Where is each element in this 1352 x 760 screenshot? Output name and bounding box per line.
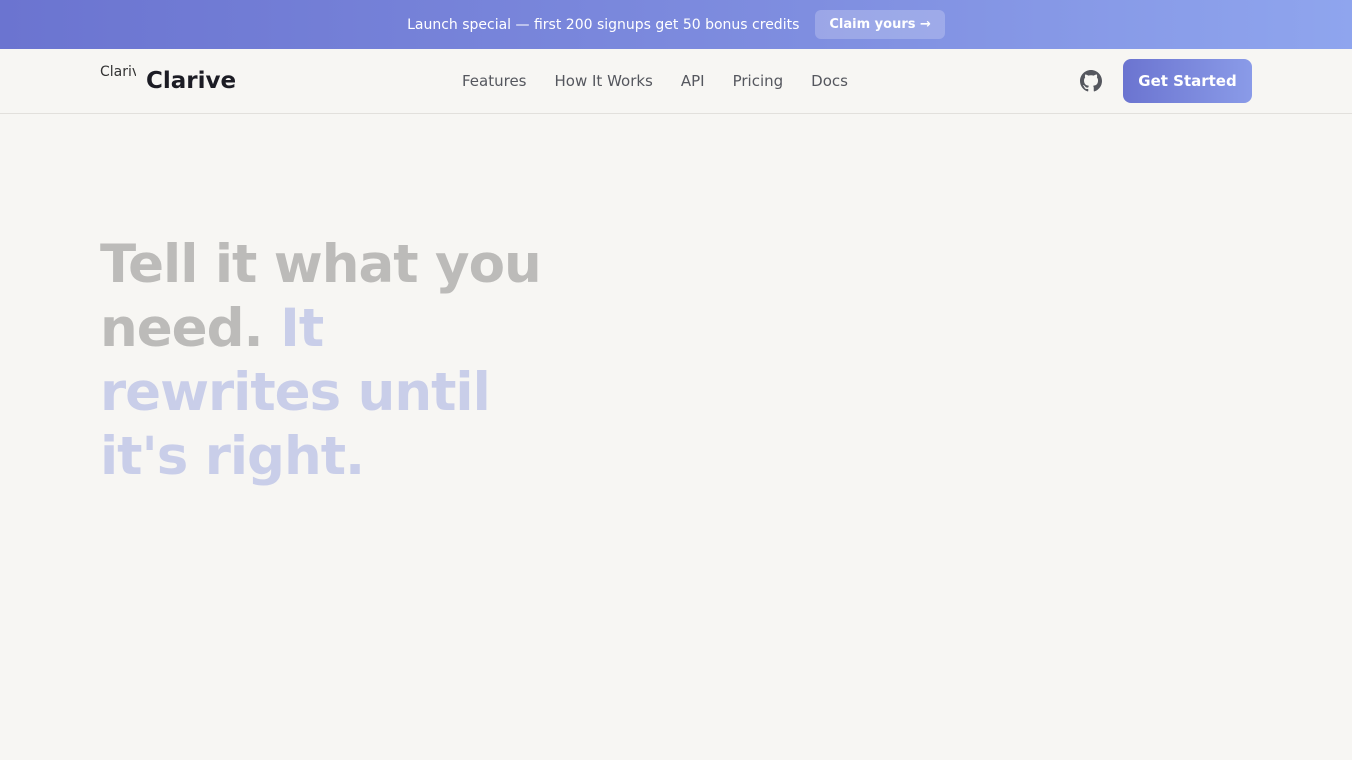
main-nav: Features How It Works API Pricing Docs [462,49,848,113]
nav-link-pricing[interactable]: Pricing [733,72,784,90]
brand-name: Clarive [146,68,237,94]
claim-button[interactable]: Claim yours → [815,10,945,39]
get-started-button[interactable]: Get Started [1123,59,1252,103]
promo-banner: Launch special — first 200 signups get 5… [0,0,1352,49]
nav-link-how-it-works[interactable]: How It Works [555,72,653,90]
logo-link[interactable]: Clarive Clarive [100,63,236,99]
nav-link-docs[interactable]: Docs [811,72,848,90]
github-icon[interactable] [1080,70,1102,92]
hero-heading: Tell it what you need. It rewrites until… [100,233,570,489]
top-navbar: Clarive Clarive Features How It Works AP… [0,49,1352,114]
logo-alt-text: Clarive [100,64,136,80]
nav-link-api[interactable]: API [681,72,705,90]
nav-link-features[interactable]: Features [462,72,527,90]
promo-text: Launch special — first 200 signups get 5… [407,16,800,33]
logo-image-broken: Clarive [100,63,136,99]
